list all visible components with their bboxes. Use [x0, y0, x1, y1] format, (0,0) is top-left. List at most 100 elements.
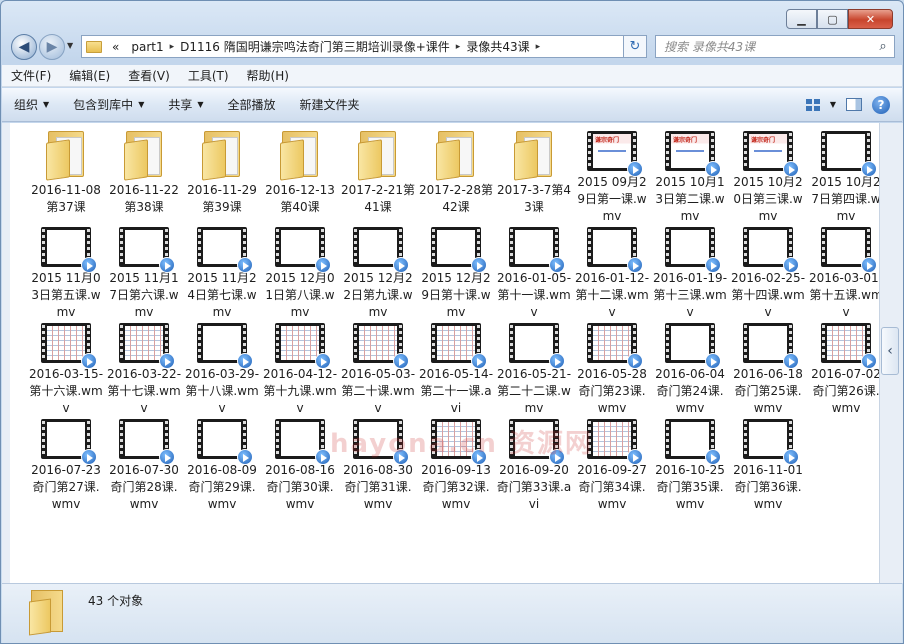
media-player-icon	[627, 161, 643, 177]
folder-icon	[428, 129, 484, 181]
folder-item[interactable]: 2017-2-28第42课	[417, 129, 495, 225]
preview-pane-icon[interactable]	[846, 98, 862, 111]
file-name-label: 2017-2-21第41课	[340, 183, 416, 214]
menu-tools[interactable]: 工具(T)	[179, 67, 238, 84]
video-file-item[interactable]: 2016-07-30奇门第28课.wmv	[105, 417, 183, 513]
menu-file[interactable]: 文件(F)	[2, 67, 60, 84]
media-player-icon	[315, 257, 331, 273]
video-file-item[interactable]: 2016-05-28奇门第23课.wmv	[573, 321, 651, 417]
file-name-label: 2016-09-27奇门第34课.wmv	[577, 463, 647, 511]
back-button[interactable]: ◀	[11, 34, 37, 60]
chevron-down-icon: ▼	[43, 100, 50, 109]
file-name-label: 2016-12-13第40课	[265, 183, 335, 214]
folder-item[interactable]: 2016-11-22第38课	[105, 129, 183, 225]
folder-item[interactable]: 2016-11-08第37课	[27, 129, 105, 225]
video-file-item[interactable]: 2016-03-22-第十七课.wmv	[105, 321, 183, 417]
video-thumbnail-icon	[428, 417, 487, 465]
menu-edit[interactable]: 编辑(E)	[60, 67, 119, 84]
menu-help[interactable]: 帮助(H)	[238, 67, 298, 84]
video-file-item[interactable]: 2016-03-29-第十八课.wmv	[183, 321, 261, 417]
share-button[interactable]: 共享 ▼	[156, 96, 215, 113]
media-player-icon	[861, 161, 877, 177]
video-file-item[interactable]: 2015 11月24日第七课.wmv	[183, 225, 261, 321]
video-file-item[interactable]: 2015 11月03日第五课.wmv	[27, 225, 105, 321]
video-file-item[interactable]: 谦宗奇门 2015 10月20日第三课.wmv	[729, 129, 807, 225]
refresh-button[interactable]: ↻	[623, 35, 647, 58]
file-name-label: 2016-06-04奇门第24课.wmv	[655, 367, 725, 415]
file-name-label: 2017-3-7第43课	[496, 183, 572, 214]
video-file-item[interactable]: 2015 12月29日第十课.wmv	[417, 225, 495, 321]
file-name-label: 2015 11月17日第六课.wmv	[109, 271, 179, 319]
video-file-item[interactable]: 2016-05-21-第二十二课.wmv	[495, 321, 573, 417]
video-file-item[interactable]: 2016-06-18奇门第25课.wmv	[729, 321, 807, 417]
breadcrumb-separator[interactable]: ▸	[536, 42, 541, 52]
video-file-item[interactable]: 2016-03-01-第十五课.wmv	[807, 225, 885, 321]
video-file-item[interactable]: 2016-09-13奇门第32课.wmv	[417, 417, 495, 513]
file-name-label: 2017-2-28第42课	[418, 183, 494, 214]
file-name-label: 2016-07-02奇门第26课.wmv	[811, 367, 881, 415]
breadcrumb-course[interactable]: D1116 隋国明谦宗鸣法奇门第三期培训录像+课件	[174, 38, 456, 55]
breadcrumb-overflow[interactable]: «	[106, 40, 125, 54]
video-file-item[interactable]: 谦宗奇门 2015 10月13日第二课.wmv	[651, 129, 729, 225]
views-dropdown[interactable]: ▼	[830, 100, 836, 109]
folder-item[interactable]: 2017-3-7第43课	[495, 129, 573, 225]
video-thumbnail-icon	[38, 225, 97, 273]
video-file-item[interactable]: 2015 12月22日第九课.wmv	[339, 225, 417, 321]
minimize-button[interactable]: ▁	[786, 9, 817, 29]
video-file-item[interactable]: 2016-01-12-第十二课.wmv	[573, 225, 651, 321]
menu-view[interactable]: 查看(V)	[119, 67, 179, 84]
video-file-item[interactable]: 2016-01-19-第十三课.wmv	[651, 225, 729, 321]
video-file-item[interactable]: 2016-03-15-第十六课.wmv	[27, 321, 105, 417]
video-file-item[interactable]: 2016-09-20奇门第33课.avi	[495, 417, 573, 513]
video-thumbnail-icon: 谦宗奇门	[584, 129, 643, 177]
close-button[interactable]: ✕	[848, 9, 893, 29]
video-file-item[interactable]: 2016-07-02奇门第26课.wmv	[807, 321, 885, 417]
video-file-item[interactable]: 2015 11月17日第六课.wmv	[105, 225, 183, 321]
video-file-item[interactable]: 2015 12月01日第八课.wmv	[261, 225, 339, 321]
media-player-icon	[783, 161, 799, 177]
video-file-item[interactable]: 2016-08-16奇门第30课.wmv	[261, 417, 339, 513]
video-file-item[interactable]: 2016-10-25奇门第35课.wmv	[651, 417, 729, 513]
video-file-item[interactable]: 2016-09-27奇门第34课.wmv	[573, 417, 651, 513]
video-file-item[interactable]: 2015 10月27日第四课.wmv	[807, 129, 885, 225]
video-file-item[interactable]: 2016-04-12-第十九课.wmv	[261, 321, 339, 417]
video-thumbnail-icon	[272, 225, 331, 273]
search-input[interactable]	[664, 39, 872, 54]
media-player-icon	[861, 353, 877, 369]
video-file-item[interactable]: 2016-08-30奇门第31课.wmv	[339, 417, 417, 513]
video-file-item[interactable]: 2016-05-14-第二十一课.avi	[417, 321, 495, 417]
search-icon[interactable]: ⌕	[872, 39, 894, 54]
video-file-item[interactable]: 2016-06-04奇门第24课.wmv	[651, 321, 729, 417]
organize-button[interactable]: 组织 ▼	[2, 96, 61, 113]
collapse-pane-button[interactable]: ‹	[881, 327, 899, 375]
video-file-item[interactable]: 2016-02-25-第十四课.wmv	[729, 225, 807, 321]
breadcrumb-part1[interactable]: part1	[125, 40, 169, 54]
folder-item[interactable]: 2016-12-13第40课	[261, 129, 339, 225]
video-file-item[interactable]: 谦宗奇门 2015 09月29日第一课.wmv	[573, 129, 651, 225]
video-thumbnail-icon	[350, 225, 409, 273]
organize-label: 组织	[14, 98, 39, 112]
folder-item[interactable]: 2016-11-29第39课	[183, 129, 261, 225]
video-thumbnail-icon	[818, 225, 877, 273]
video-file-item[interactable]: 2016-07-23奇门第27课.wmv	[27, 417, 105, 513]
media-player-icon	[159, 353, 175, 369]
play-all-button[interactable]: 全部播放	[216, 96, 288, 113]
file-name-label: 2016-03-15-第十六课.wmv	[28, 367, 104, 415]
new-folder-button[interactable]: 新建文件夹	[288, 96, 372, 113]
breadcrumb-current[interactable]: 录像共43课	[460, 38, 535, 55]
forward-button[interactable]: ▶	[39, 34, 65, 60]
maximize-button[interactable]: ▢	[817, 9, 848, 29]
video-file-item[interactable]: 2016-11-01奇门第36课.wmv	[729, 417, 807, 513]
include-library-button[interactable]: 包含到库中 ▼	[61, 96, 156, 113]
media-player-icon	[627, 257, 643, 273]
views-icon[interactable]	[805, 98, 820, 111]
recent-pages-dropdown[interactable]: ▼	[67, 41, 73, 50]
help-icon[interactable]: ?	[872, 95, 890, 114]
folder-item[interactable]: 2017-2-21第41课	[339, 129, 417, 225]
video-file-item[interactable]: 2016-05-03-第二十课.wmv	[339, 321, 417, 417]
video-file-item[interactable]: 2016-08-09奇门第29课.wmv	[183, 417, 261, 513]
media-player-icon	[159, 449, 175, 465]
address-bar[interactable]: « part1 ▸ D1116 隋国明谦宗鸣法奇门第三期培训录像+课件 ▸ 录像…	[81, 35, 646, 58]
video-file-item[interactable]: 2016-01-05-第十一课.wmv	[495, 225, 573, 321]
video-thumbnail-icon	[506, 321, 565, 369]
